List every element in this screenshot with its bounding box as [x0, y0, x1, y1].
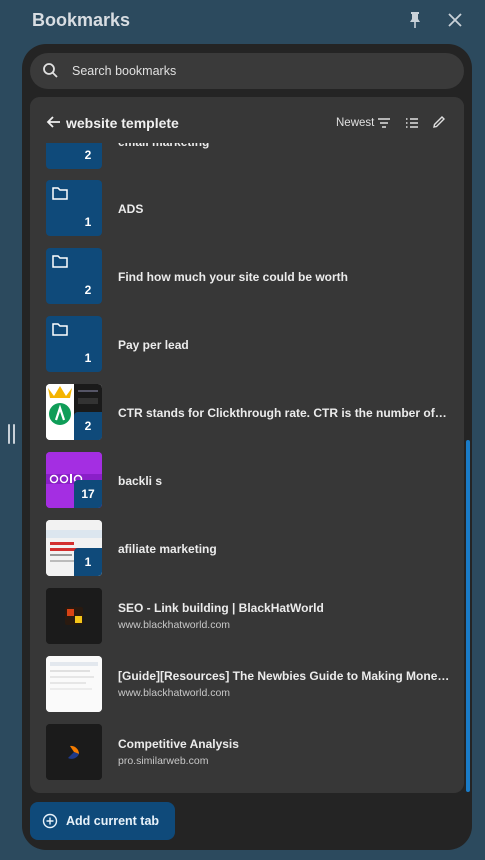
close-icon[interactable] [446, 11, 464, 29]
list-item[interactable]: 1 ADS [30, 180, 464, 248]
item-label: afiliate marketing [118, 542, 217, 556]
list-item[interactable]: 17 backli s [30, 452, 464, 520]
sort-dropdown[interactable]: Newest [336, 117, 374, 129]
item-count: 2 [84, 283, 92, 297]
folder-icon [52, 187, 68, 200]
folder-thumbnail: 2 [46, 384, 102, 440]
item-url: pro.similarweb.com [118, 755, 209, 767]
site-thumbnail [46, 656, 102, 712]
folder-icon [52, 323, 68, 336]
item-count: 1 [74, 548, 102, 576]
item-count: 2 [84, 148, 92, 162]
edit-pencil-icon[interactable] [432, 115, 446, 129]
panel-header: Bookmarks [0, 0, 485, 42]
folder-icon [52, 255, 68, 268]
bookmarks-panel: Search bookmarks 2 email marketing 1 ADS [22, 44, 472, 850]
folder-thumbnail: 17 [46, 452, 102, 508]
list-item[interactable]: [Guide][Resources] The Newbies Guide to … [30, 656, 464, 724]
back-arrow-icon[interactable] [46, 115, 62, 129]
item-label: ADS [118, 202, 144, 216]
list-view-icon[interactable] [405, 117, 419, 129]
folder-thumbnail: 2 [46, 248, 102, 304]
item-label: [Guide][Resources] The Newbies Guide to … [118, 669, 450, 683]
item-label: SEO - Link building | BlackHatWorld [118, 601, 324, 615]
item-url: www.blackhatworld.com [118, 619, 231, 631]
search-placeholder: Search bookmarks [72, 64, 177, 78]
sort-icon[interactable] [377, 117, 391, 129]
list-item[interactable]: Competitive Analysis pro.similarweb.com [30, 724, 464, 792]
site-preview-image [46, 656, 102, 712]
pin-icon[interactable] [406, 11, 424, 29]
item-label: backli s [118, 474, 163, 488]
item-count: 1 [84, 351, 92, 365]
folder-thumbnail: 1 [46, 180, 102, 236]
item-url: www.blackhatworld.com [118, 687, 231, 699]
list-item[interactable]: 1 Pay per lead [30, 316, 464, 384]
scrollbar-thumb[interactable] [466, 440, 470, 792]
site-thumbnail [46, 588, 102, 644]
folder-thumbnail: 1 [46, 520, 102, 576]
list-item[interactable]: SEO - Link building | BlackHatWorld www.… [30, 588, 464, 656]
search-icon [43, 63, 58, 78]
item-count: 1 [84, 215, 92, 229]
search-input[interactable]: Search bookmarks [30, 53, 464, 89]
add-current-tab-label: Add current tab [66, 814, 160, 828]
item-label: Find how much your site could be worth [118, 270, 349, 284]
bookmark-list: 2 email marketing 1 ADS [30, 97, 464, 793]
list-item[interactable]: 2 Find how much your site could be worth [30, 248, 464, 316]
item-count: 17 [74, 480, 102, 508]
item-label: Competitive Analysis [118, 737, 239, 751]
site-favicon [46, 724, 102, 780]
add-current-tab-button[interactable]: Add current tab [30, 802, 175, 840]
list-item[interactable]: 1 afiliate marketing [30, 520, 464, 588]
resize-handle[interactable] [8, 424, 16, 444]
item-label: CTR stands for Clickthrough rate. CTR is… [118, 406, 450, 420]
list-item[interactable]: 2 CTR stands for Clickthrough rate. CTR … [30, 384, 464, 452]
site-favicon [46, 588, 102, 644]
folder-thumbnail: 1 [46, 316, 102, 372]
add-circle-icon [42, 813, 58, 829]
item-label: Pay per lead [118, 338, 189, 352]
item-count: 2 [74, 412, 102, 440]
folder-toolbar: website templete Newest [30, 97, 464, 143]
folder-title: website templete [66, 115, 179, 131]
site-thumbnail [46, 724, 102, 780]
panel-title: Bookmarks [32, 10, 131, 30]
